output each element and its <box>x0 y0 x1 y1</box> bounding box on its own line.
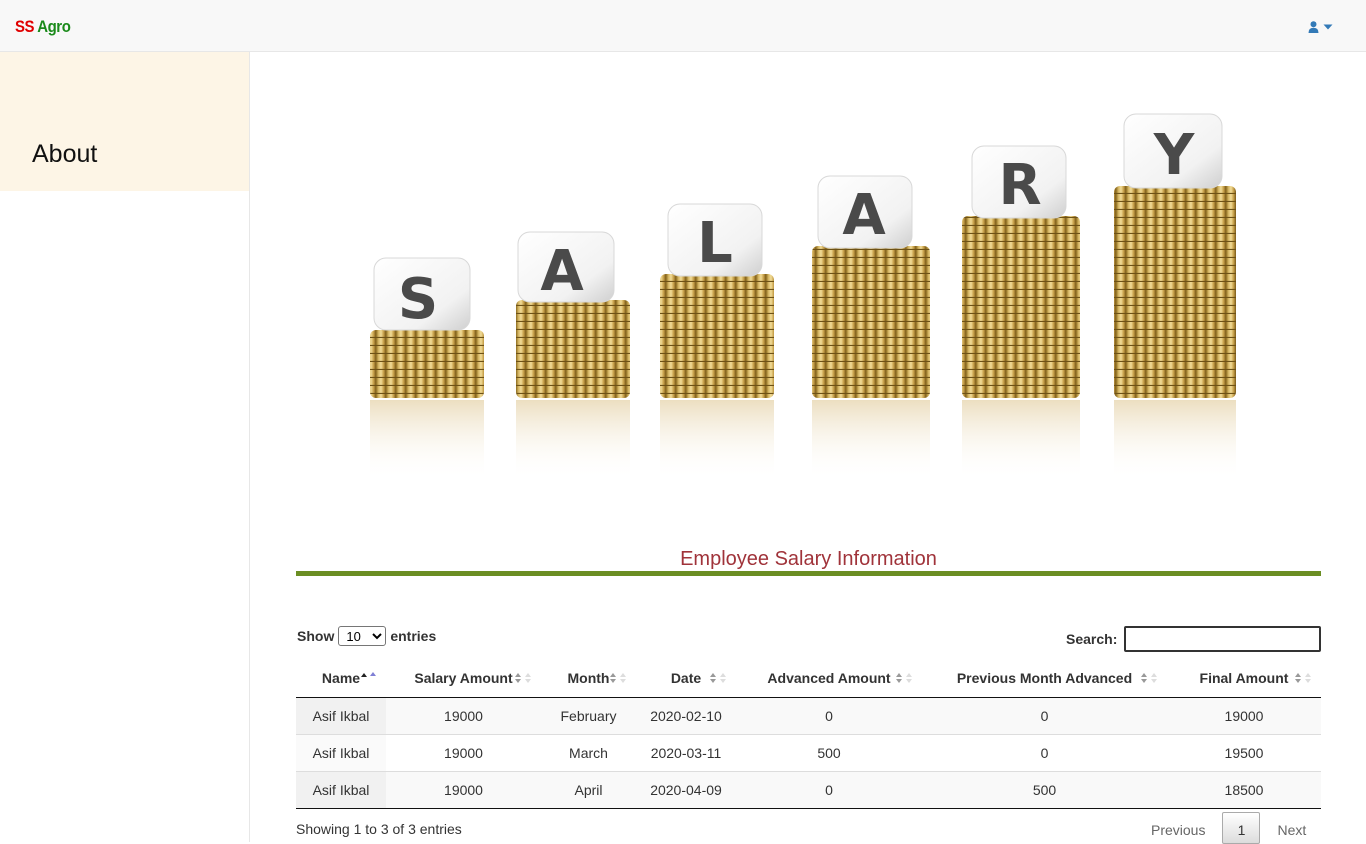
svg-text:L: L <box>697 211 733 276</box>
column-header-label: Date <box>670 669 702 686</box>
sort-both-icon <box>610 673 626 683</box>
cell-final-amount: 19500 <box>1167 733 1321 771</box>
salary-hero-image: S A L A R Y <box>370 113 1236 480</box>
coin-stack-1: S <box>370 257 484 480</box>
coin-stack-5: R <box>962 145 1080 480</box>
page-length-select[interactable]: 10 <box>338 626 387 646</box>
search-input[interactable] <box>1124 626 1322 652</box>
column-header-label: Salary Amount <box>414 669 513 686</box>
column-header-label: Final Amount <box>1199 669 1289 686</box>
cell-previous-month-advanced: 0 <box>922 733 1167 771</box>
column-header-name[interactable]: Name <box>296 659 386 698</box>
column-header-date[interactable]: Date <box>636 659 736 698</box>
cell-date: 2020-04-09 <box>636 770 736 809</box>
svg-text:A: A <box>540 239 584 304</box>
column-header-salary-amount[interactable]: Salary Amount <box>386 659 541 698</box>
cell-date: 2020-03-11 <box>636 733 736 771</box>
coin-stack-2: A <box>516 231 630 480</box>
user-icon <box>1308 21 1319 33</box>
coin-stack-6: Y <box>1114 113 1236 480</box>
coin-stack-4: A <box>812 175 930 480</box>
cell-previous-month-advanced: 500 <box>922 770 1167 809</box>
section-title: Employee Salary Information <box>680 548 937 570</box>
cell-final-amount: 19000 <box>1167 697 1321 734</box>
cell-name: Asif Ikbal <box>296 733 386 771</box>
column-header-month[interactable]: Month <box>541 659 636 698</box>
table-search: Search: <box>1066 626 1322 652</box>
sidebar: About <box>0 52 250 842</box>
column-header-label: Name <box>321 669 361 686</box>
svg-text:Y: Y <box>1153 123 1196 188</box>
cell-name: Asif Ikbal <box>296 770 386 809</box>
column-header-label: Advanced Amount <box>767 669 891 686</box>
cell-final-amount: 18500 <box>1167 770 1321 809</box>
cell-salary-amount: 19000 <box>386 733 541 771</box>
page-1-button[interactable]: 1 <box>1222 812 1261 844</box>
sort-both-icon <box>515 673 531 683</box>
cell-name: Asif Ikbal <box>296 697 386 734</box>
cell-advanced-amount: 0 <box>736 770 922 809</box>
svg-text:A: A <box>842 183 886 248</box>
cell-previous-month-advanced: 0 <box>922 697 1167 734</box>
sort-both-icon <box>896 673 912 683</box>
sort-ascending-icon <box>361 672 376 677</box>
user-menu-dropdown[interactable] <box>1308 18 1340 36</box>
top-navbar: SS Agro <box>0 0 1366 52</box>
cell-advanced-amount: 500 <box>736 733 922 771</box>
title-underline <box>296 571 1321 576</box>
cell-date: 2020-02-10 <box>636 697 736 734</box>
cell-salary-amount: 19000 <box>386 770 541 809</box>
column-header-advanced-amount[interactable]: Advanced Amount <box>736 659 922 698</box>
search-label: Search: <box>1066 631 1118 647</box>
salary-table: Name Salary Amount Month Date Advanced A… <box>296 659 1321 809</box>
table-row: Asif Ikbal 19000 March 2020-03-11 500 0 … <box>296 733 1321 771</box>
entries-label: entries <box>390 628 437 644</box>
svg-text:R: R <box>998 153 1041 218</box>
table-row: Asif Ikbal 19000 February 2020-02-10 0 0… <box>296 697 1321 734</box>
previous-page-button[interactable]: Previous <box>1140 812 1216 838</box>
table-info: Showing 1 to 3 of 3 entries <box>296 821 462 837</box>
sidebar-item-about[interactable]: About <box>0 52 249 191</box>
cell-month: April <box>541 770 636 809</box>
brand-part-agro: Agro <box>37 17 71 36</box>
svg-text:S: S <box>398 267 438 332</box>
column-header-label: Month <box>567 669 610 686</box>
brand-part-ss: SS <box>15 17 35 36</box>
table-row: Asif Ikbal 19000 April 2020-04-09 0 500 … <box>296 770 1321 809</box>
cell-month: March <box>541 733 636 771</box>
column-header-final-amount[interactable]: Final Amount <box>1167 659 1321 698</box>
sort-both-icon <box>1141 673 1157 683</box>
table-header-row: Name Salary Amount Month Date Advanced A… <box>296 659 1321 698</box>
pagination: Previous 1 Next <box>1140 812 1317 844</box>
column-header-label: Previous Month Advanced <box>956 669 1133 686</box>
cell-month: February <box>541 697 636 734</box>
show-label: Show <box>297 628 335 644</box>
caret-down-icon <box>1323 24 1333 30</box>
page-length-control: Show 10 entries <box>297 626 436 646</box>
column-header-previous-month-advanced[interactable]: Previous Month Advanced <box>922 659 1167 698</box>
cell-salary-amount: 19000 <box>386 697 541 734</box>
coin-stack-3: L <box>660 203 774 480</box>
sort-both-icon <box>710 673 726 683</box>
brand-logo[interactable]: SS Agro <box>15 17 71 37</box>
sort-both-icon <box>1295 673 1311 683</box>
sidebar-item-label: About <box>32 140 98 168</box>
next-page-button[interactable]: Next <box>1266 812 1317 838</box>
cell-advanced-amount: 0 <box>736 697 922 734</box>
